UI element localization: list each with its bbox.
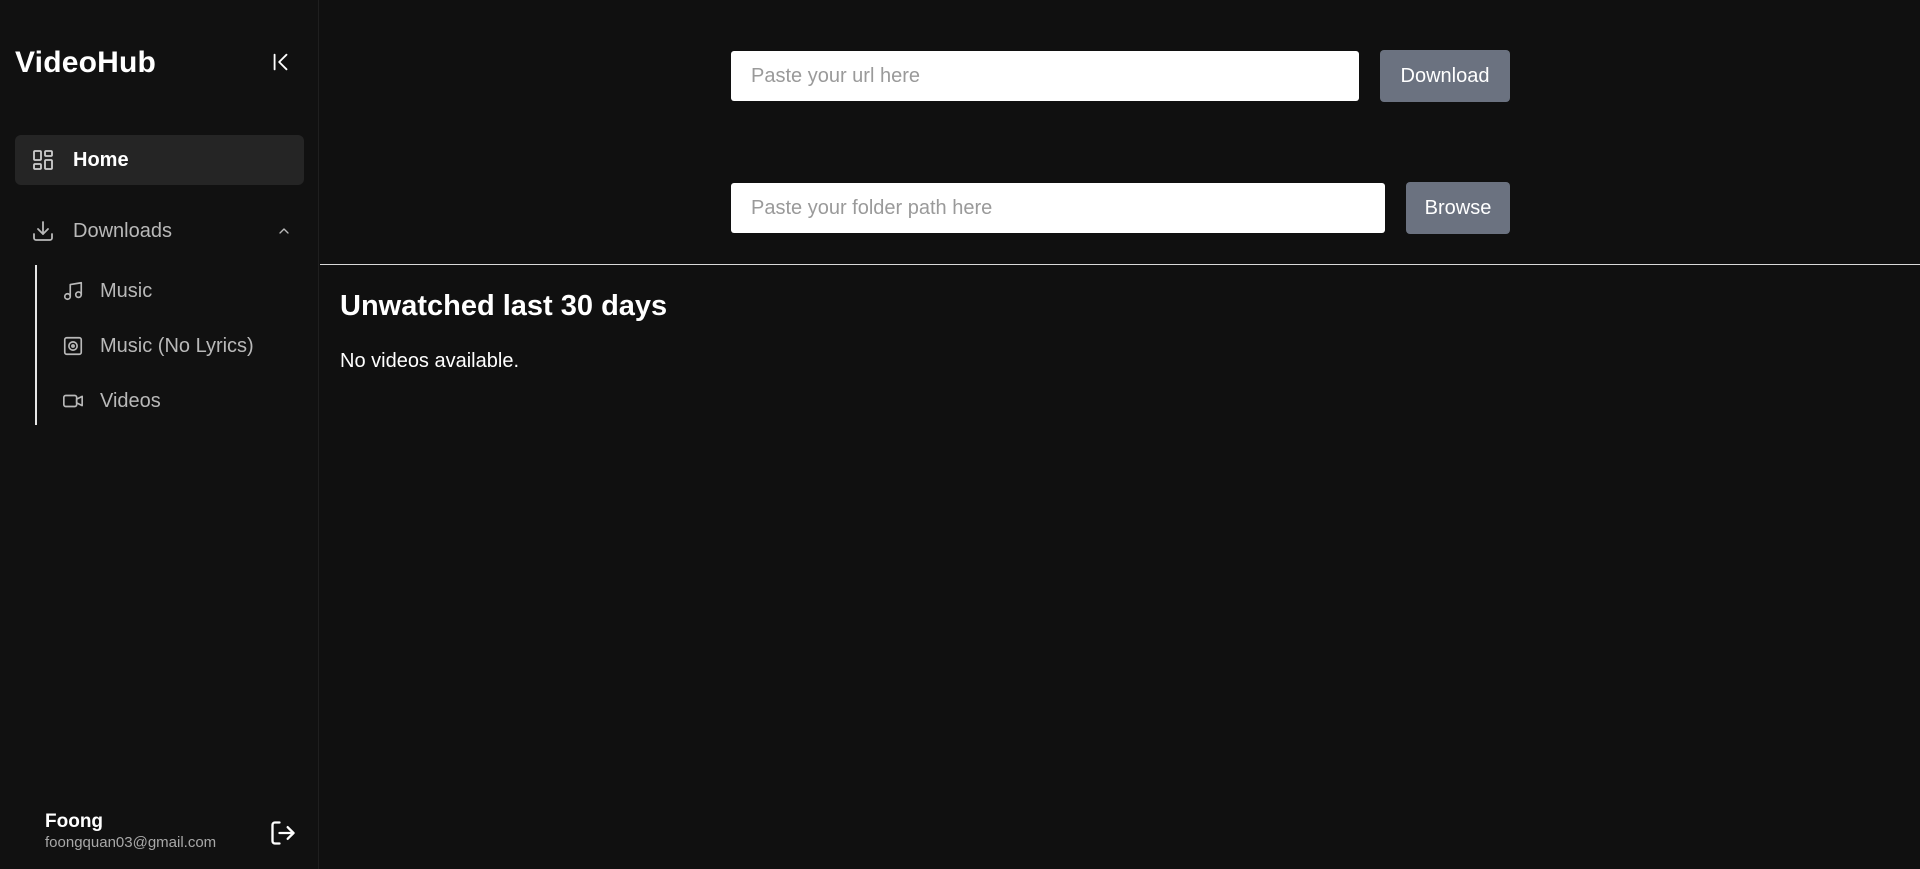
sidebar-item-label: Downloads — [73, 219, 172, 242]
download-icon — [33, 221, 53, 241]
user-name: Foong — [45, 811, 104, 832]
video-camera-icon — [63, 394, 83, 408]
section-divider — [320, 264, 1920, 265]
sidebar-item-home[interactable]: Home — [15, 135, 304, 185]
user-email: foongquan03@gmail.com — [45, 834, 217, 851]
logout-icon — [271, 821, 295, 845]
section-title: Unwatched last 30 days — [340, 290, 668, 322]
sidebar-subitem-label: Music (No Lyrics) — [100, 334, 254, 357]
brand-title: VideoHub — [15, 46, 157, 79]
submenu-indent-line — [35, 265, 37, 425]
sidebar-subitem-videos[interactable]: Videos — [62, 381, 161, 421]
download-button[interactable]: Download — [1380, 50, 1510, 102]
collapse-sidebar-button[interactable] — [268, 49, 294, 75]
sidebar-item-downloads[interactable]: Downloads — [15, 206, 304, 256]
speaker-icon — [63, 336, 83, 356]
sidebar-subitem-label: Music — [100, 279, 153, 302]
url-input[interactable] — [731, 51, 1359, 101]
chevron-up-icon[interactable] — [276, 223, 292, 239]
app-root: VideoHub Home Downloads Music Music (No … — [0, 0, 1920, 869]
collapse-left-icon — [273, 53, 288, 71]
sidebar-subitem-music-no-lyrics[interactable]: Music (No Lyrics) — [62, 326, 254, 366]
sidebar: VideoHub Home Downloads Music Music (No … — [0, 0, 319, 869]
user-profile: Foong foongquan03@gmail.com — [45, 810, 216, 852]
sidebar-subitem-music[interactable]: Music — [62, 271, 152, 311]
logout-button[interactable] — [268, 818, 298, 848]
sidebar-item-label: Home — [73, 148, 129, 171]
browse-button[interactable]: Browse — [1406, 182, 1510, 234]
folder-path-input[interactable] — [731, 183, 1385, 233]
music-note-icon — [63, 281, 83, 301]
empty-state-message: No videos available. — [340, 350, 519, 372]
main-content: Download Browse Unwatched last 30 days N… — [320, 0, 1920, 869]
dashboard-icon — [33, 150, 53, 170]
sidebar-subitem-label: Videos — [100, 389, 161, 412]
